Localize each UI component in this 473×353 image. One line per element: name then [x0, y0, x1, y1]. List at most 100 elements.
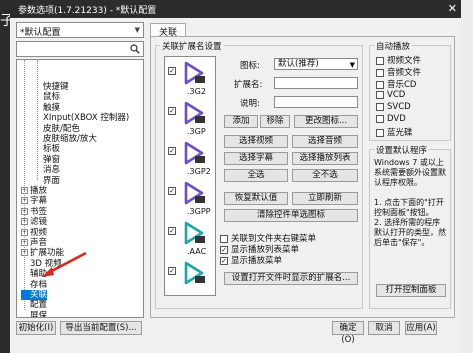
tree-item[interactable]: + 声音: [21, 238, 47, 248]
tree-item[interactable]: 关联: [21, 290, 48, 300]
autoplay-label: DVD: [387, 114, 406, 124]
tree-item[interactable]: 界面: [43, 176, 60, 186]
extension-entry[interactable]: ✓ .3GP: [165, 99, 215, 139]
checkbox-box[interactable]: ✓: [168, 227, 176, 235]
extension-label: .3GP2: [187, 167, 211, 176]
add-button[interactable]: 添加: [224, 115, 258, 128]
tree-item[interactable]: + 字幕: [21, 196, 47, 206]
tab-association[interactable]: 关联: [150, 23, 187, 38]
expand-icon[interactable]: +: [21, 187, 28, 194]
select-video-button[interactable]: 选择视频: [224, 135, 288, 148]
extension-entry[interactable]: ✓ .3GPP: [165, 179, 215, 219]
initialize-button[interactable]: 初始化(I): [16, 321, 56, 335]
show-play-checkbox[interactable]: ✓ 显示播放菜单: [220, 254, 282, 266]
autoplay-checkbox[interactable]: 视频文件: [376, 54, 421, 66]
play-file-icon: [184, 141, 205, 165]
expand-icon[interactable]: +: [21, 197, 28, 205]
autoplay-checkbox[interactable]: 蓝光碟: [376, 126, 413, 138]
tree-item[interactable]: 屏保: [21, 311, 47, 317]
tree-guide-line: [37, 60, 38, 180]
apply-button[interactable]: 应用(A): [405, 321, 437, 335]
clean-icons-button[interactable]: 清除控件单选图标: [224, 209, 358, 222]
autoplay-checkbox[interactable]: DVD: [376, 114, 406, 124]
tree-item-label: 滤镜: [30, 217, 48, 228]
ok-button[interactable]: 确定(O): [332, 321, 364, 345]
tree-item[interactable]: 弹窗: [43, 155, 60, 165]
tree-item[interactable]: XInput(XBOX 控制器): [43, 113, 129, 123]
tree-item[interactable]: 皮肤缩放/放大: [43, 134, 97, 144]
autoplay-checkbox[interactable]: 音频文件: [376, 66, 421, 78]
tree-item[interactable]: + 书签: [21, 207, 47, 217]
checkbox-box[interactable]: ✓: [220, 256, 228, 265]
checkbox-box[interactable]: [376, 68, 384, 77]
refresh-now-button[interactable]: 立即刷新: [292, 192, 358, 205]
icon-select[interactable]: 默认(推荐) ▼: [274, 58, 358, 70]
autoplay-checkbox[interactable]: SVCD: [376, 102, 411, 112]
extension-list[interactable]: ✓ .3G2 ✓ .3GP ✓ .3GP2 ✓ .3GPP ✓ .AAC ✓: [164, 56, 216, 296]
expand-icon[interactable]: +: [21, 218, 28, 226]
open-control-panel-button[interactable]: 打开控制面板: [376, 284, 446, 297]
expand-icon[interactable]: +: [21, 228, 28, 236]
checkbox-box[interactable]: [220, 234, 228, 243]
tree-item[interactable]: + 播放: [21, 186, 47, 196]
checkbox-box[interactable]: ✓: [168, 107, 176, 115]
tree-item-label: 播放: [30, 186, 48, 196]
change-icon-button[interactable]: 更改图标...: [294, 115, 358, 128]
extension-entry[interactable]: ✓: [165, 259, 215, 295]
extension-label: .3G2: [187, 87, 206, 96]
checkbox-box[interactable]: [376, 114, 384, 123]
tree-item[interactable]: 触摸: [43, 103, 60, 113]
profile-select-value: *默认配置: [20, 28, 61, 38]
expand-icon[interactable]: +: [21, 207, 28, 215]
tree-item[interactable]: 存档: [21, 280, 47, 290]
title-bar: 参数选项(1.7.21233) - *默认配置 ✕: [10, 0, 461, 18]
checkbox-box[interactable]: [376, 80, 384, 89]
tree-item[interactable]: 配置: [21, 300, 47, 310]
restore-defaults-button[interactable]: 恢复默认值: [224, 192, 288, 205]
select-all-button[interactable]: 全选: [224, 169, 288, 182]
tree-item[interactable]: + 视频: [21, 228, 47, 238]
checkbox-box[interactable]: [376, 56, 384, 65]
search-input[interactable]: [16, 41, 144, 57]
set-open-ext-button[interactable]: 设置打开文件时显示的扩展名...: [224, 272, 358, 285]
tree-item-label: 配置: [30, 300, 48, 311]
extension-entry[interactable]: ✓ .3GP2: [165, 139, 215, 179]
checkbox-box[interactable]: ✓: [220, 245, 228, 254]
checkbox-box[interactable]: ✓: [168, 147, 176, 155]
expand-icon[interactable]: +: [21, 249, 28, 257]
select-audio-button[interactable]: 选择音频: [292, 135, 358, 148]
select-none-button[interactable]: 全不选: [292, 169, 358, 182]
extension-entry[interactable]: ✓ .3G2: [165, 59, 215, 99]
tree-item[interactable]: 标板: [43, 144, 60, 154]
tree-item[interactable]: 鼠标: [43, 92, 60, 102]
select-subtitle-button[interactable]: 选择字幕: [224, 152, 288, 165]
expand-icon[interactable]: +: [21, 239, 28, 246]
autoplay-checkbox[interactable]: 音乐CD: [376, 78, 416, 90]
cancel-button[interactable]: 取消: [368, 321, 400, 335]
tree-item[interactable]: + 滤镜: [21, 217, 47, 227]
checkbox-box[interactable]: [376, 90, 384, 99]
default-program-title: 设置默认程序: [374, 144, 430, 156]
tree-item[interactable]: 快捷键: [43, 82, 69, 92]
icon-select-value: 默认(推荐): [278, 59, 319, 69]
tree-item-label: 鼠标: [43, 92, 61, 103]
extension-field[interactable]: [274, 77, 358, 89]
checkbox-box[interactable]: ✓: [168, 187, 176, 195]
profile-select[interactable]: *默认配置 ▼: [16, 22, 144, 38]
extension-label: 扩展名:: [234, 80, 263, 90]
remove-button[interactable]: 移除: [260, 115, 290, 128]
select-playlist-button[interactable]: 选择播放列表: [292, 152, 358, 165]
checkbox-box[interactable]: [376, 128, 384, 137]
close-icon[interactable]: ✕: [448, 2, 457, 15]
extension-entry[interactable]: ✓ .AAC: [165, 219, 215, 259]
checkbox-box[interactable]: [376, 102, 384, 111]
tree-item[interactable]: 消息: [43, 165, 60, 175]
tree-item[interactable]: 皮肤/配色: [43, 124, 80, 134]
checkbox-box[interactable]: ✓: [168, 267, 176, 275]
search-icon[interactable]: [130, 44, 140, 57]
tree-item-label: 皮肤/配色: [43, 123, 80, 134]
checkbox-box[interactable]: ✓: [168, 67, 176, 75]
export-config-button[interactable]: 导出当前配置(S)...: [60, 321, 142, 335]
autoplay-checkbox[interactable]: VCD: [376, 90, 405, 100]
description-field[interactable]: [274, 96, 358, 108]
